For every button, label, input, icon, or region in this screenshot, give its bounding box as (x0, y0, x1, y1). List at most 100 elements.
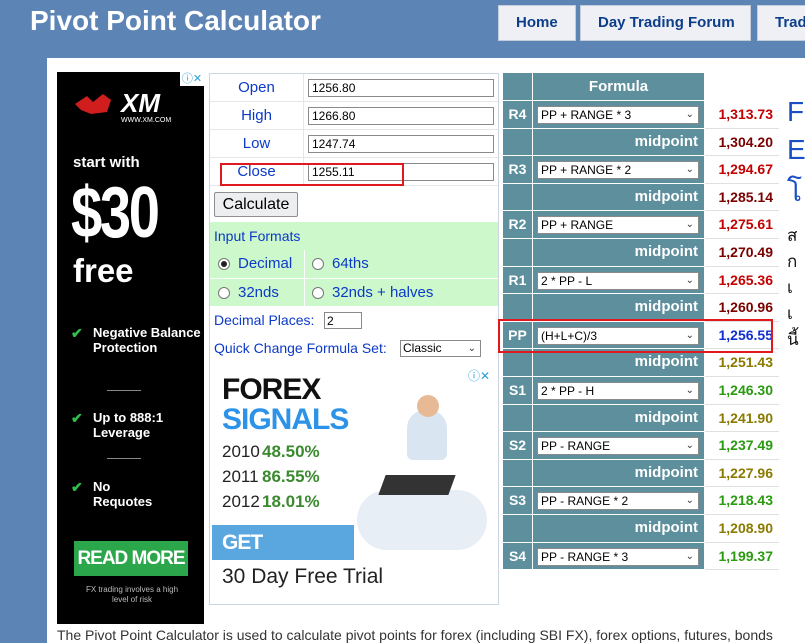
formula-cell: 2 * PP - H ⌄ (533, 377, 704, 404)
level-label-pp: PP (503, 321, 532, 349)
ad-feature-text: Up to 888:1 Leverage (93, 410, 164, 440)
ad-year: 2012 (222, 492, 260, 511)
formula-select-r2[interactable]: PP + RANGE ⌄ (537, 216, 699, 235)
xm-logo: XM WWW.XM.COM (75, 88, 171, 124)
radio-dot[interactable] (218, 258, 230, 270)
formula-select-pp[interactable]: (H+L+C)/3 ⌄ (537, 326, 699, 345)
midpoint-label: midpoint (533, 515, 704, 542)
ad-year: 2010 (222, 442, 260, 461)
midpoint-label: midpoint (533, 294, 704, 321)
side-heading-char: E (787, 134, 805, 165)
formula-cell: 2 * PP - L ⌄ (533, 266, 704, 294)
low-row: Low (210, 130, 498, 158)
level-label-r2: R2 (503, 211, 532, 238)
ad-year-row: 2012 18.01% (222, 492, 320, 512)
ad-free-text: free (73, 252, 134, 289)
high-label: High (210, 102, 304, 130)
checkmark-icon: ✔ (71, 479, 83, 495)
xm-ad-banner[interactable]: ⓘ✕ XM WWW.XM.COM start with $30 free ✔ N… (57, 72, 204, 624)
midpoint-label: midpoint (533, 349, 704, 376)
side-heading-char: F (787, 96, 805, 127)
header-value-blank (705, 73, 779, 100)
chevron-down-icon: ⌄ (685, 164, 694, 176)
level-label-r4: R4 (503, 101, 532, 128)
header-blank (503, 73, 532, 100)
midpoint-level-blank (503, 294, 532, 321)
formula-select-s3[interactable]: PP - RANGE * 2 ⌄ (537, 492, 699, 511)
high-input[interactable] (308, 107, 494, 125)
chevron-down-icon: ⌄ (685, 550, 694, 562)
open-input[interactable] (308, 79, 494, 97)
format-label: 64ths (332, 255, 369, 272)
midpoint-value: 1,227.96 (705, 459, 779, 488)
adchoices-icon[interactable]: ⓘ✕ (180, 72, 204, 86)
calculate-button[interactable]: Calculate (214, 192, 298, 217)
level-value-r3: 1,294.67 (705, 156, 779, 184)
quick-change-label: Quick Change Formula Set: (214, 340, 387, 356)
businessman-head-illustration (417, 395, 439, 417)
formula-select-s4[interactable]: PP - RANGE * 3 ⌄ (537, 547, 699, 566)
level-value-s3: 1,218.43 (705, 487, 779, 515)
ad-risk-text: FX trading involves a high level of risk (85, 585, 179, 604)
radio-dot[interactable] (218, 287, 230, 299)
businessman-illustration (407, 410, 447, 460)
level-value-r2: 1,275.61 (705, 211, 779, 239)
chevron-down-icon: ⌄ (685, 495, 694, 507)
side-text-char: เ (787, 304, 793, 323)
formula-set-value: Classic (403, 341, 442, 355)
formula-select-value: 2 * PP - H (541, 384, 595, 398)
chevron-down-icon: ⌄ (685, 109, 694, 120)
nav-home[interactable]: Home (498, 5, 576, 41)
midpoint-level-blank (503, 349, 532, 376)
formula-select-r1[interactable]: 2 * PP - L ⌄ (537, 271, 699, 290)
side-heading-char: โ (787, 176, 803, 207)
midpoint-level-blank (503, 459, 532, 487)
formula-select-value: PP + RANGE * 3 (541, 108, 632, 122)
get-started-button[interactable]: GET STARTED (212, 525, 354, 589)
decimal-places-input[interactable] (324, 312, 362, 329)
formula-select-s1[interactable]: 2 * PP - H ⌄ (537, 382, 699, 400)
ad-signals-title: SIGNALS (222, 403, 349, 436)
midpoint-level-blank (503, 183, 532, 211)
xm-url-text: WWW.XM.COM (121, 117, 171, 124)
midpoint-level-blank (503, 239, 532, 266)
low-input[interactable] (308, 135, 494, 153)
formula-select-value: PP - RANGE (541, 439, 611, 454)
ad-forex-title: FOREX (222, 373, 321, 406)
formula-select-r4[interactable]: PP + RANGE * 3 ⌄ (537, 106, 699, 124)
side-text-char: เ (787, 278, 793, 297)
formula-cell: PP + RANGE ⌄ (533, 211, 704, 238)
formula-select-r3[interactable]: PP + RANGE * 2 ⌄ (537, 161, 699, 180)
cloud-illustration (357, 490, 487, 550)
formula-select-value: (H+L+C)/3 (541, 328, 598, 343)
close-input[interactable] (308, 163, 494, 181)
formula-select-s2[interactable]: PP - RANGE ⌄ (537, 437, 699, 456)
midpoint-label: midpoint (533, 183, 704, 211)
ad-year-row: 2010 48.50% (222, 442, 320, 462)
ad-year-pct: 48.50% (262, 442, 320, 461)
formula-select-value: 2 * PP - L (541, 273, 593, 288)
level-label-s1: S1 (503, 377, 532, 404)
side-text-char: ก (787, 252, 798, 271)
radio-dot[interactable] (312, 258, 324, 270)
adchoices-icon[interactable]: ⓘ✕ (468, 367, 490, 384)
ad-divider (107, 458, 141, 459)
checkmark-icon: ✔ (71, 410, 83, 426)
formula-set-select[interactable]: Classic ⌄ (400, 340, 481, 357)
pivot-formula-table: Formula R4 PP + RANGE * 3 ⌄ 1,313.73 midpoin… (503, 73, 779, 573)
ad-amount: $30 (71, 173, 160, 253)
nav-day-trading-forum[interactable]: Day Trading Forum (580, 5, 751, 41)
forex-signals-ad[interactable]: ⓘ✕ FOREX SIGNALS 2010 48.50% 2011 86.55%… (212, 365, 492, 595)
level-value-r4: 1,313.73 (705, 101, 779, 129)
midpoint-value: 1,285.14 (705, 183, 779, 212)
chevron-down-icon: ⌄ (467, 343, 476, 354)
xm-brand-text: XM (119, 88, 161, 118)
radio-dot[interactable] (312, 287, 324, 299)
nav-trading[interactable]: Trad (757, 5, 805, 41)
midpoint-level-blank (503, 404, 532, 432)
format-label: Decimal (238, 255, 293, 272)
read-more-button[interactable]: READ MORE (74, 541, 188, 576)
ad-year-row: 2011 86.55% (222, 467, 320, 487)
level-value-s4: 1,199.37 (705, 542, 779, 571)
open-row: Open (210, 74, 498, 102)
